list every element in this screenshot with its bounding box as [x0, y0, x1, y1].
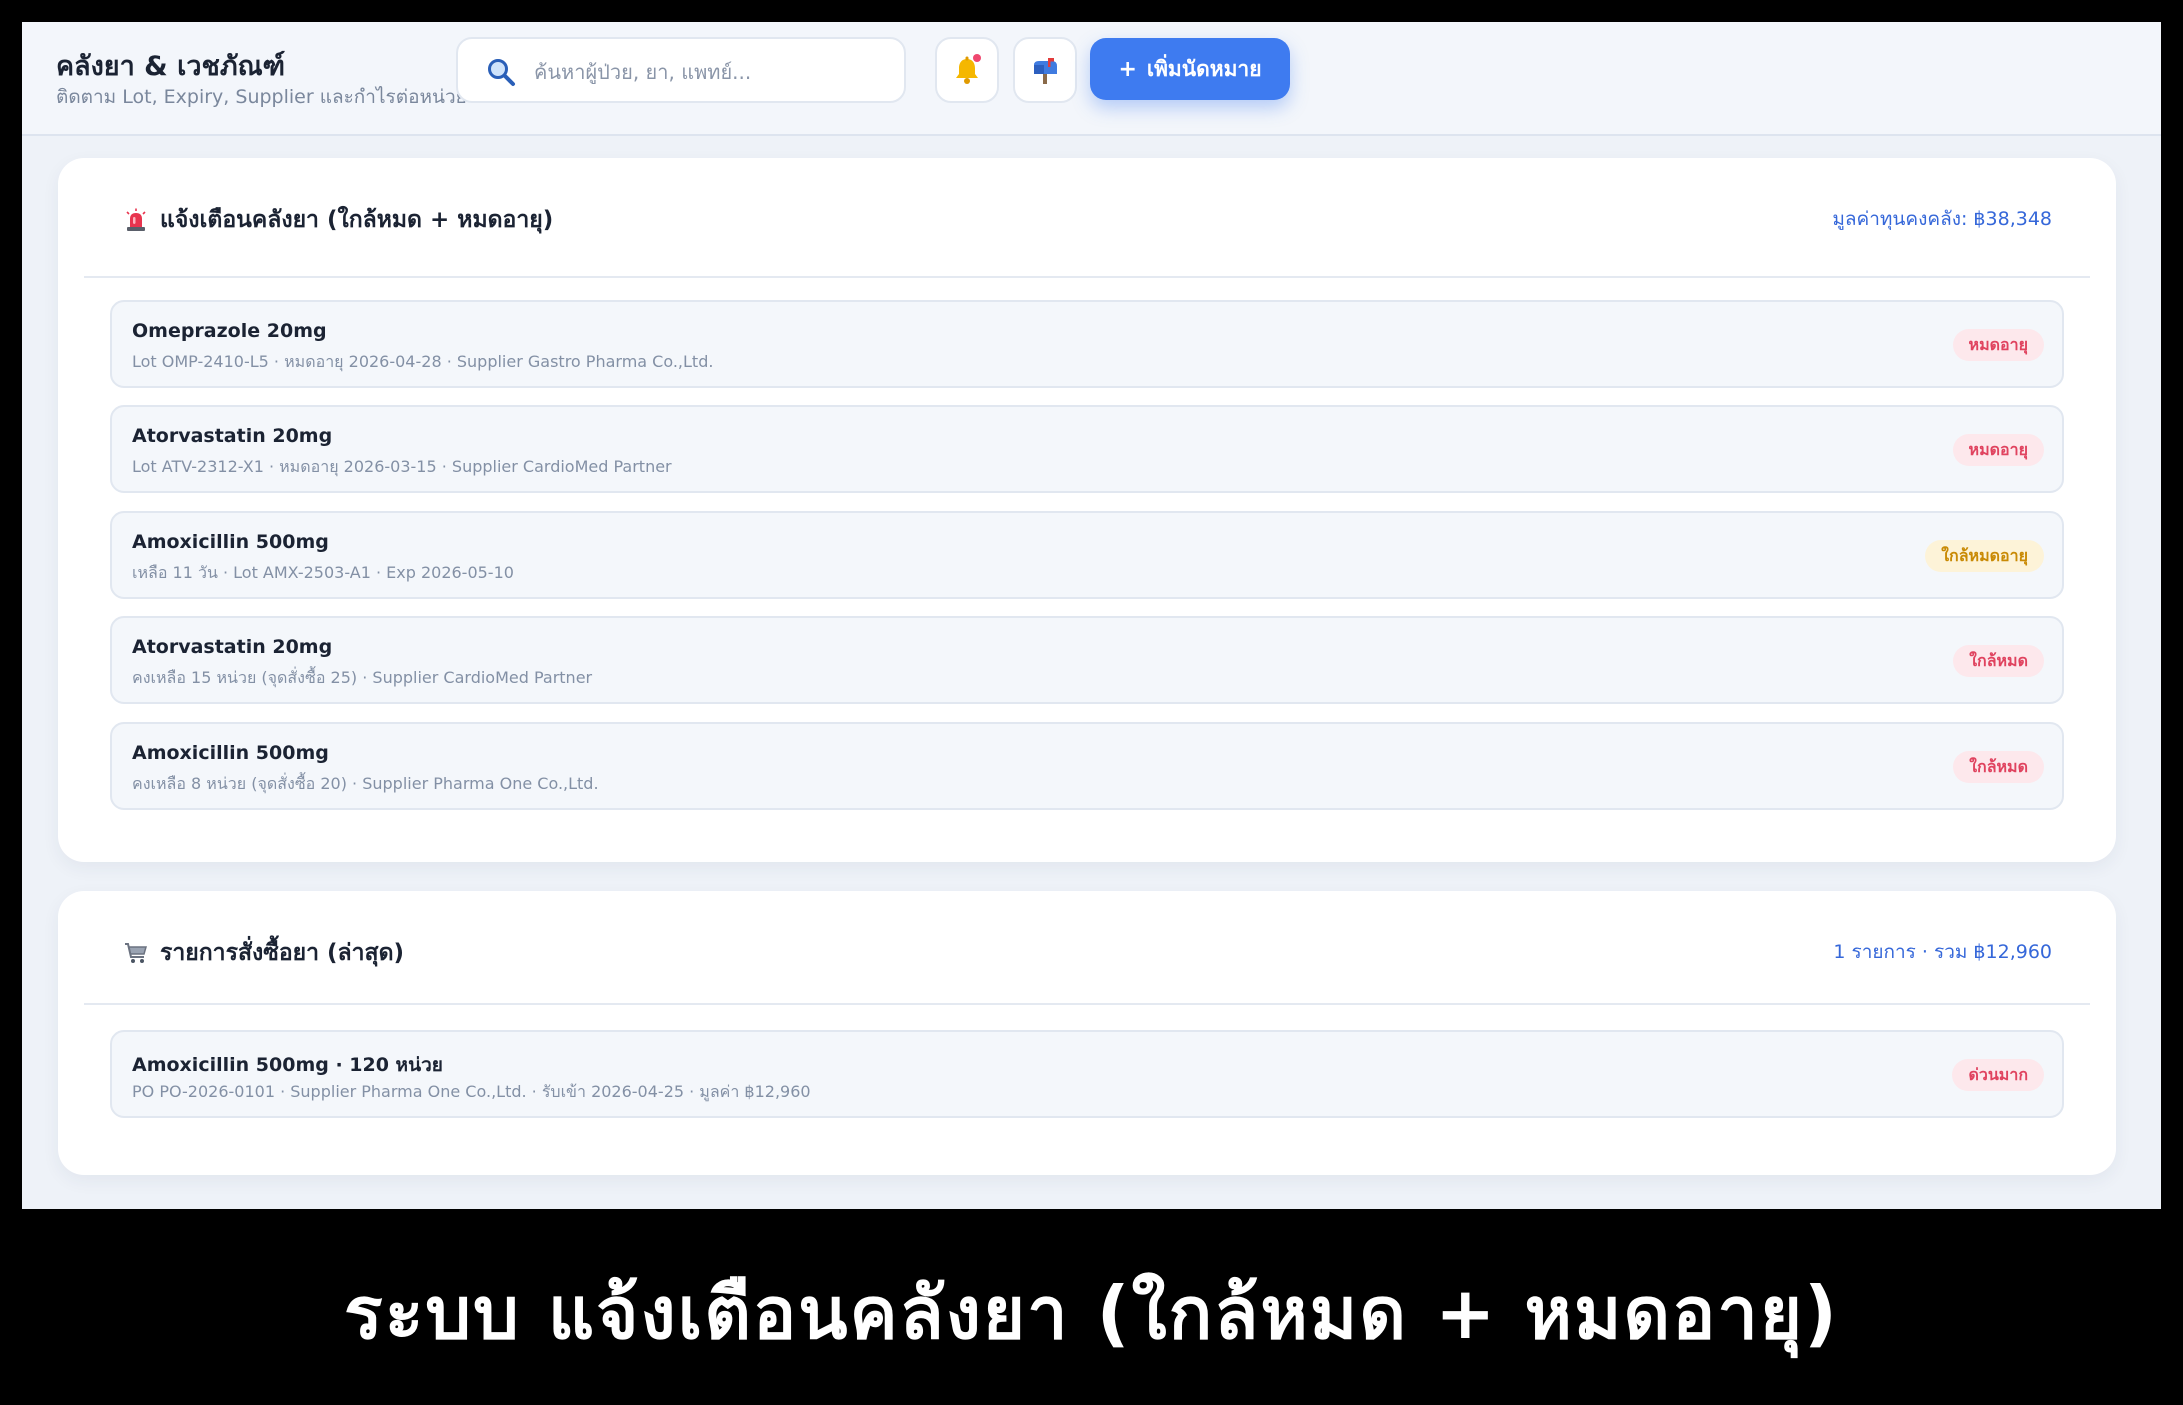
plus-icon: + — [1118, 56, 1137, 82]
orders-card-title: รายการสั่งซื้อยา (ล่าสุด) — [124, 935, 404, 971]
orders-summary: 1 รายการ · รวม ฿12,960 — [1833, 941, 2052, 963]
drug-name: Atorvastatin 20mg — [132, 425, 333, 447]
page-title: คลังยา & เวชภัณฑ์ — [56, 51, 286, 82]
priority-badge: ด่วนมาก — [1952, 1059, 2044, 1091]
status-badge: หมดอายุ — [1952, 434, 2044, 466]
top-header: คลังยา & เวชภัณฑ์ ติดตาม Lot, Expiry, Su… — [22, 22, 2161, 136]
mailbox-icon — [1034, 58, 1057, 84]
purchase-orders-card: รายการสั่งซื้อยา (ล่าสุด) 1 รายการ · รวม… — [58, 891, 2116, 1175]
status-badge: ใกล้หมด — [1953, 751, 2044, 783]
notifications-button[interactable] — [935, 37, 999, 103]
drug-name: Amoxicillin 500mg — [132, 531, 329, 553]
order-detail: PO PO-2026-0101 · Supplier Pharma One Co… — [132, 1082, 811, 1101]
alert-row[interactable]: Omeprazole 20mg Lot OMP-2410-L5 · หมดอาย… — [110, 300, 2064, 388]
drug-detail: Lot ATV-2312-X1 · หมดอายุ 2026-03-15 · S… — [132, 457, 672, 476]
drug-name: Amoxicillin 500mg — [132, 742, 329, 764]
app-screen: คลังยา & เวชภัณฑ์ ติดตาม Lot, Expiry, Su… — [22, 22, 2161, 1209]
messages-button[interactable] — [1013, 37, 1077, 103]
search-icon — [488, 59, 515, 86]
alert-row[interactable]: Atorvastatin 20mg Lot ATV-2312-X1 · หมดอ… — [110, 405, 2064, 493]
drug-name: Omeprazole 20mg — [132, 320, 327, 342]
add-appointment-label: เพิ่มนัดหมาย — [1146, 56, 1262, 81]
status-badge: ใกล้หมดอายุ — [1925, 540, 2044, 572]
drug-name: Atorvastatin 20mg — [132, 636, 333, 658]
alerts-card-title: แจ้งเตือนคลังยา (ใกล้หมด + หมดอายุ) — [124, 202, 553, 238]
drug-detail: เหลือ 11 วัน · Lot AMX-2503-A1 · Exp 202… — [132, 563, 514, 582]
drug-detail: Lot OMP-2410-L5 · หมดอายุ 2026-04-28 · S… — [132, 352, 714, 371]
alerts-card-header: แจ้งเตือนคลังยา (ใกล้หมด + หมดอายุ) มูลค… — [84, 158, 2090, 278]
drug-detail: คงเหลือ 8 หน่วย (จุดสั่งซื้อ 20) · Suppl… — [132, 774, 599, 793]
order-name: Amoxicillin 500mg · 120 หน่วย — [132, 1054, 443, 1076]
orders-card-header: รายการสั่งซื้อยา (ล่าสุด) 1 รายการ · รวม… — [84, 891, 2090, 1005]
alert-row[interactable]: Atorvastatin 20mg คงเหลือ 15 หน่วย (จุดส… — [110, 616, 2064, 704]
alert-row[interactable]: Amoxicillin 500mg คงเหลือ 8 หน่วย (จุดสั… — [110, 722, 2064, 810]
cart-icon — [125, 943, 147, 963]
drug-detail: คงเหลือ 15 หน่วย (จุดสั่งซื้อ 25) · Supp… — [132, 668, 593, 687]
status-badge: ใกล้หมด — [1953, 645, 2044, 677]
add-appointment-button[interactable]: + เพิ่มนัดหมาย — [1090, 38, 1290, 100]
caption-banner: ระบบ แจ้งเตือนคลังยา (ใกล้หมด + หมดอายุ) — [344, 1271, 1839, 1355]
search-input[interactable] — [532, 51, 886, 93]
alert-row[interactable]: Amoxicillin 500mg เหลือ 11 วัน · Lot AMX… — [110, 511, 2064, 599]
notification-dot — [973, 54, 981, 62]
inventory-alerts-card: แจ้งเตือนคลังยา (ใกล้หมด + หมดอายุ) มูลค… — [58, 158, 2116, 862]
stock-value-summary: มูลค่าทุนคงคลัง: ฿38,348 — [1832, 208, 2052, 230]
order-row[interactable]: Amoxicillin 500mg · 120 หน่วย PO PO-2026… — [110, 1030, 2064, 1118]
alerts-title-text: แจ้งเตือนคลังยา (ใกล้หมด + หมดอายุ) — [160, 207, 554, 233]
status-badge: หมดอายุ — [1952, 329, 2044, 361]
page-subtitle: ติดตาม Lot, Expiry, Supplier และกำไรต่อห… — [56, 86, 467, 108]
orders-title-text: รายการสั่งซื้อยา (ล่าสุด) — [160, 940, 405, 966]
siren-icon — [126, 208, 146, 231]
search-box[interactable] — [456, 37, 906, 103]
